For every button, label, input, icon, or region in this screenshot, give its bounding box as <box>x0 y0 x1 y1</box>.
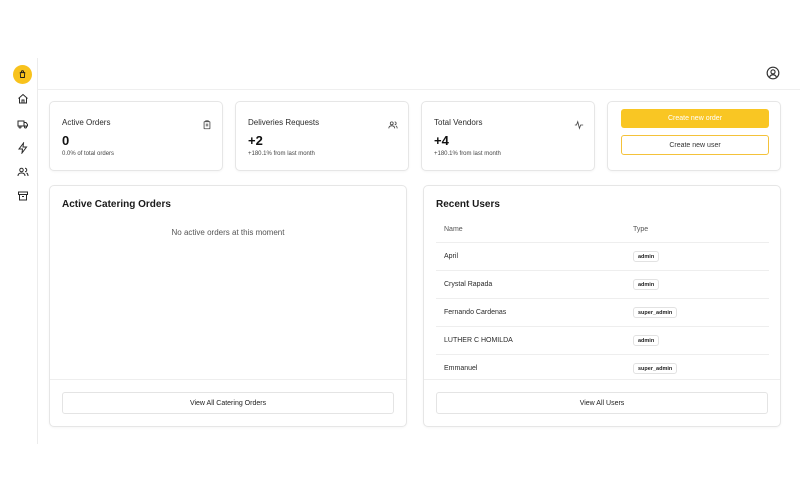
stat-title: Deliveries Requests <box>248 118 320 127</box>
lightning-icon[interactable] <box>12 137 34 159</box>
stat-card-total-vendors: Total Vendors +4 +180.1% from last month <box>421 101 595 171</box>
active-catering-orders-panel: Active Catering Orders No active orders … <box>49 185 407 427</box>
top-bar <box>38 58 800 90</box>
user-type-badge: admin <box>633 279 660 290</box>
create-new-order-button[interactable]: Create new order <box>621 109 769 128</box>
user-name: Emmanuel <box>444 365 478 372</box>
view-all-catering-orders-button[interactable]: View All Catering Orders <box>62 392 394 414</box>
truck-icon[interactable] <box>12 113 34 135</box>
table-row[interactable]: Crystal Rapada admin <box>436 271 769 299</box>
activity-icon <box>574 117 584 130</box>
archive-icon[interactable] <box>12 185 34 207</box>
user-type-badge: admin <box>633 335 660 346</box>
user-name: LUTHER C HOMILDA <box>444 337 513 344</box>
column-header-type: Type <box>633 226 649 233</box>
stat-card-active-orders: Active Orders 0 0.0% of total orders <box>49 101 223 171</box>
clipboard-icon <box>202 117 212 130</box>
view-all-users-button[interactable]: View All Users <box>436 392 768 414</box>
stat-title: Total Vendors <box>434 118 483 127</box>
stat-card-deliveries-requests: Deliveries Requests +2 +180.1% from last… <box>235 101 409 171</box>
table-row[interactable]: April admin <box>436 243 769 271</box>
table-row[interactable]: LUTHER C HOMILDA admin <box>436 327 769 355</box>
stat-value: 0 <box>62 133 70 148</box>
user-name: Fernando Cardenas <box>444 309 507 316</box>
create-new-user-button[interactable]: Create new user <box>621 135 769 155</box>
panel-title: Recent Users <box>436 199 500 210</box>
empty-state-message: No active orders at this moment <box>171 228 285 237</box>
user-type-badge: super_admin <box>633 307 678 318</box>
user-circle-icon[interactable] <box>766 66 780 80</box>
panel-title: Active Catering Orders <box>62 199 171 210</box>
column-header-name: Name <box>444 226 463 233</box>
users-table: Name Type April admin Crystal Rapada adm… <box>436 220 769 383</box>
stat-value: +4 <box>434 133 449 148</box>
table-header: Name Type <box>436 220 769 243</box>
users-icon <box>388 117 398 129</box>
user-type-badge: admin <box>633 251 660 262</box>
user-name: Crystal Rapada <box>444 281 493 288</box>
panel-footer: View All Catering Orders <box>50 379 406 426</box>
table-row[interactable]: Fernando Cardenas super_admin <box>436 299 769 327</box>
sidebar <box>0 58 38 444</box>
user-name: April <box>444 253 459 260</box>
recent-users-panel: Recent Users Name Type April admin Cryst… <box>423 185 781 427</box>
stat-subtext: 0.0% of total orders <box>62 151 115 157</box>
stat-title: Active Orders <box>62 118 111 127</box>
home-icon[interactable] <box>12 88 34 110</box>
actions-card: Create new order Create new user <box>607 101 781 171</box>
dashboard-app: Active Orders 0 0.0% of total orders Del… <box>0 0 800 500</box>
stat-value: +2 <box>248 133 263 148</box>
shopping-bag-icon[interactable] <box>13 65 32 84</box>
stat-subtext: +180.1% from last month <box>434 151 501 157</box>
user-type-badge: super_admin <box>633 363 678 374</box>
panel-footer: View All Users <box>424 379 780 426</box>
stat-subtext: +180.1% from last month <box>248 151 315 157</box>
users-icon[interactable] <box>12 161 34 183</box>
